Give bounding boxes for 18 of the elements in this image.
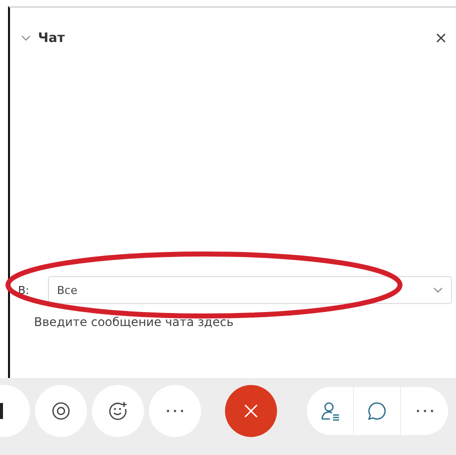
person-list-icon bbox=[320, 400, 340, 420]
reaction-button[interactable] bbox=[92, 384, 144, 436]
target-icon bbox=[52, 402, 70, 420]
recipient-dropdown[interactable]: Все bbox=[48, 276, 452, 304]
record-button[interactable] bbox=[35, 384, 87, 436]
bar-icon bbox=[0, 402, 4, 418]
end-call-button[interactable] bbox=[225, 384, 277, 436]
more-icon bbox=[416, 408, 434, 412]
speech-bubble-icon bbox=[367, 400, 387, 420]
smiley-icon bbox=[108, 400, 128, 420]
toolbar-button[interactable] bbox=[0, 384, 30, 436]
close-button[interactable] bbox=[434, 31, 448, 45]
message-input[interactable]: Введите сообщение чата здесь bbox=[34, 313, 334, 331]
more-icon bbox=[166, 408, 184, 412]
close-icon bbox=[243, 402, 259, 418]
caret-icon bbox=[433, 287, 443, 293]
panel-title: Чат bbox=[38, 30, 65, 46]
participants-button[interactable] bbox=[307, 386, 354, 434]
